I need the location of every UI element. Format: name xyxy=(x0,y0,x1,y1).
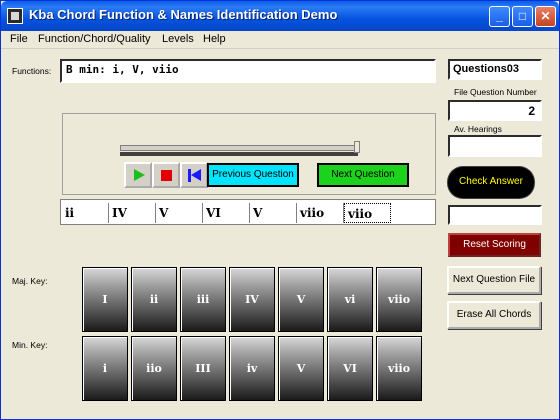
reset-scoring-button[interactable]: Reset Scoring xyxy=(448,233,541,257)
menu-help[interactable]: Help xyxy=(203,33,226,45)
chord-cell[interactable]: ii xyxy=(62,203,109,223)
file-question-number-field: 2 xyxy=(448,100,542,121)
minor-key-button-V[interactable]: V xyxy=(278,336,324,401)
rewind-icon xyxy=(188,169,202,182)
major-key-button-V[interactable]: V xyxy=(278,267,324,332)
play-button[interactable] xyxy=(124,162,152,188)
playback-slider[interactable] xyxy=(120,145,358,151)
chord-cell-active[interactable]: viio xyxy=(344,203,391,223)
menu-file[interactable]: File xyxy=(10,33,28,45)
chord-answer-row: ii IV V VI V viio viio xyxy=(60,199,436,225)
close-button[interactable]: ✕ xyxy=(535,6,556,27)
functions-field[interactable]: B min: i, V, viio xyxy=(60,59,436,83)
check-answer-button[interactable]: Check Answer xyxy=(448,167,534,198)
window-title: Kba Chord Function & Names Identificatio… xyxy=(29,7,338,22)
minor-key-button-III[interactable]: III xyxy=(180,336,226,401)
minor-key-button-viio[interactable]: viio xyxy=(376,336,422,401)
major-key-label: Maj. Key: xyxy=(12,276,48,286)
minor-key-label: Min. Key: xyxy=(12,340,48,350)
stop-button[interactable] xyxy=(152,162,180,188)
minor-key-button-iio[interactable]: iio xyxy=(131,336,177,401)
major-key-button-vi[interactable]: vi xyxy=(327,267,373,332)
chord-cell[interactable]: IV xyxy=(109,203,156,223)
result-field xyxy=(448,205,542,225)
title-bar: Kba Chord Function & Names Identificatio… xyxy=(1,1,559,31)
previous-question-button[interactable]: Previous Question xyxy=(207,163,299,187)
major-key-button-ii[interactable]: ii xyxy=(131,267,177,332)
chord-cell[interactable]: V xyxy=(250,203,297,223)
rewind-button[interactable] xyxy=(180,162,208,188)
major-key-button-IV[interactable]: IV xyxy=(229,267,275,332)
minimize-button[interactable]: _ xyxy=(489,6,510,27)
stop-icon xyxy=(161,170,172,181)
menu-function-chord-quality[interactable]: Function/Chord/Quality xyxy=(38,33,151,45)
file-question-number: 2 xyxy=(528,104,535,118)
functions-value: B min: i, V, viio xyxy=(66,63,179,76)
major-key-button-viio[interactable]: viio xyxy=(376,267,422,332)
question-file-name: Questions03 xyxy=(453,63,520,75)
question-file-field: Questions03 xyxy=(448,59,542,80)
minor-key-button-VI[interactable]: VI xyxy=(327,336,373,401)
major-key-button-iii[interactable]: iii xyxy=(180,267,226,332)
chord-cell[interactable]: VI xyxy=(203,203,250,223)
slider-thumb[interactable] xyxy=(354,141,360,153)
minor-key-button-iv[interactable]: iv xyxy=(229,336,275,401)
app-window: Kba Chord Function & Names Identificatio… xyxy=(0,0,560,420)
app-icon xyxy=(7,8,23,24)
file-question-label: File Question Number xyxy=(454,87,537,97)
chord-cell[interactable] xyxy=(391,203,435,223)
menu-bar: File Function/Chord/Quality Levels Help xyxy=(1,31,559,49)
erase-all-chords-button[interactable]: Erase All Chords xyxy=(447,301,541,329)
chord-cell[interactable]: viio xyxy=(297,203,344,223)
next-question-file-button[interactable]: Next Question File xyxy=(447,266,541,294)
functions-label: Functions: xyxy=(12,66,52,76)
hearings-label: Av. Hearings xyxy=(454,124,502,134)
slider-groove xyxy=(120,152,358,156)
minor-key-button-i[interactable]: i xyxy=(82,336,128,401)
maximize-button[interactable]: □ xyxy=(512,6,533,27)
next-question-button[interactable]: Next Question xyxy=(317,163,409,187)
chord-cell[interactable]: V xyxy=(156,203,203,223)
hearings-field xyxy=(448,135,542,157)
play-icon xyxy=(134,169,145,181)
menu-levels[interactable]: Levels xyxy=(162,33,194,45)
major-key-button-I[interactable]: I xyxy=(82,267,128,332)
